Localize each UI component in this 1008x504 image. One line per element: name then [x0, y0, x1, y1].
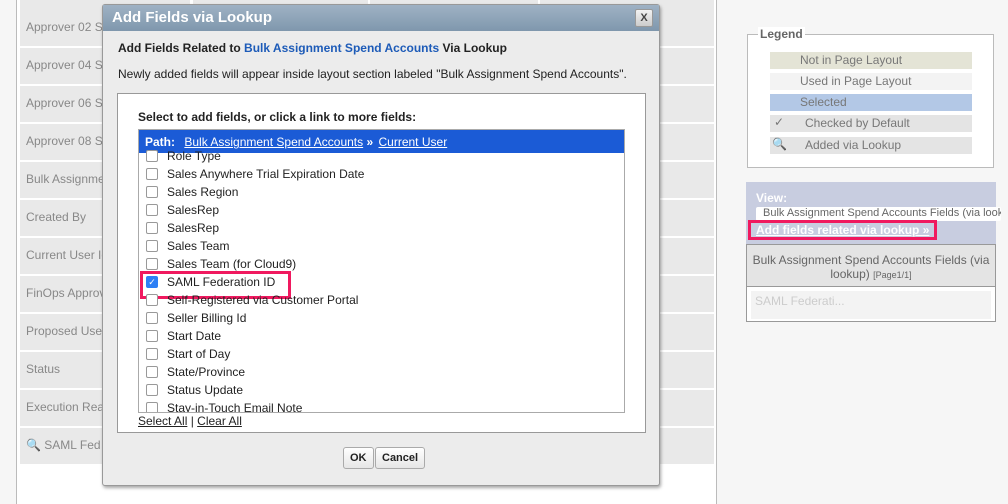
view-select[interactable]: Bulk Assignment Spend Accounts Fields (v…: [756, 207, 1001, 221]
dialog-title: Add Fields via Lookup: [112, 9, 273, 26]
field-checkbox[interactable]: [146, 366, 158, 378]
field-label: Self-Registered via Customer Portal: [167, 293, 359, 307]
field-option[interactable]: Status Update: [139, 381, 624, 399]
field-option[interactable]: Sales Team: [139, 237, 624, 255]
field-label: SalesRep: [167, 203, 220, 217]
ok-button[interactable]: OK: [343, 447, 374, 469]
field-list[interactable]: Path: Bulk Assignment Spend Accounts » C…: [138, 129, 625, 413]
field-checkbox[interactable]: [146, 150, 158, 162]
legend-item: ✓ Checked by Default: [770, 115, 972, 132]
palette-field-saml[interactable]: SAML Federati...: [751, 291, 991, 319]
field-label: Role Type: [167, 149, 221, 163]
magnifier-icon: 🔍: [772, 137, 787, 151]
background-field-label: Approver 08 S: [20, 124, 110, 160]
field-label: Stay-in-Touch Email Note: [167, 401, 303, 413]
select-prompt: Select to add fields, or click a link to…: [138, 110, 417, 124]
field-option[interactable]: Start Date: [139, 327, 624, 345]
background-field-label: Approver 04 S: [20, 48, 110, 84]
background-field-label: Approver 02 S: [20, 10, 110, 46]
field-selector-panel: Select to add fields, or click a link to…: [117, 93, 646, 433]
add-fields-lookup-dialog: Add Fields via Lookup X Add Fields Relat…: [102, 4, 660, 486]
palette-page: [Page1/1]: [873, 270, 912, 280]
field-checkbox[interactable]: [146, 402, 158, 412]
field-option[interactable]: State/Province: [139, 363, 624, 381]
field-checkbox[interactable]: ✓: [146, 276, 158, 288]
background-field-label: 🔍 SAML Fed: [20, 428, 110, 464]
field-checkbox[interactable]: [146, 384, 158, 396]
clear-all-link[interactable]: Clear All: [197, 414, 242, 428]
background-field-label: Approver 06 S: [20, 86, 110, 122]
view-label: View:: [756, 191, 788, 205]
legend-item: Selected: [770, 94, 972, 111]
background-field-label: Status: [20, 352, 110, 388]
field-checkbox[interactable]: [146, 204, 158, 216]
add-fields-lookup-link[interactable]: Add fields related via lookup »: [748, 220, 938, 240]
field-option[interactable]: Stay-in-Touch Email Note: [139, 399, 624, 413]
field-checkbox[interactable]: [146, 168, 158, 180]
palette-view: View: Bulk Assignment Spend Accounts Fie…: [746, 182, 1001, 244]
selection-links: Select All | Clear All: [138, 414, 242, 428]
field-checkbox[interactable]: [146, 222, 158, 234]
field-label: Status Update: [167, 383, 244, 397]
field-label: Start Date: [167, 329, 222, 343]
field-label: Start of Day: [167, 347, 231, 361]
field-option[interactable]: ✓ SAML Federation ID: [139, 271, 624, 299]
field-label: Sales Team: [167, 239, 230, 253]
field-label: Seller Billing Id: [167, 311, 247, 325]
field-checkbox[interactable]: [146, 330, 158, 342]
background-field-label: FinOps Approv: [20, 276, 110, 312]
field-checkbox[interactable]: [146, 240, 158, 252]
background-field-label: Execution Rea: [20, 390, 110, 426]
field-option[interactable]: SalesRep: [139, 219, 624, 237]
select-all-link[interactable]: Select All: [138, 414, 187, 428]
field-option[interactable]: Seller Billing Id: [139, 309, 624, 327]
legend-item: Not in Page Layout: [770, 52, 972, 69]
field-label: Sales Anywhere Trial Expiration Date: [167, 167, 365, 181]
field-checkbox[interactable]: [146, 258, 158, 270]
field-option[interactable]: Sales Anywhere Trial Expiration Date: [139, 165, 624, 183]
legend-item: 🔍 Added via Lookup: [770, 137, 972, 154]
palette-fields: Bulk Assignment Spend Accounts Fields (v…: [746, 244, 996, 322]
legend-item: Used in Page Layout: [770, 73, 972, 90]
cancel-button[interactable]: Cancel: [375, 447, 426, 469]
field-checkbox[interactable]: [146, 312, 158, 324]
field-label: SalesRep: [167, 221, 220, 235]
background-field-label: Bulk Assignme: [20, 162, 110, 198]
dialog-note: Newly added fields will appear inside la…: [118, 67, 627, 81]
field-checkbox[interactable]: [146, 348, 158, 360]
magnifier-icon: 🔍: [26, 438, 41, 452]
field-label: Sales Region: [167, 185, 239, 199]
field-label: Sales Team (for Cloud9): [167, 257, 297, 271]
field-option[interactable]: Sales Region: [139, 183, 624, 201]
palette-header: Bulk Assignment Spend Accounts Fields (v…: [747, 245, 995, 287]
field-option[interactable]: SalesRep: [139, 201, 624, 219]
field-checkbox[interactable]: [146, 186, 158, 198]
checkmark-icon: ✓: [774, 115, 785, 129]
close-icon[interactable]: X: [635, 9, 653, 27]
field-option[interactable]: Self-Registered via Customer Portal: [139, 291, 624, 309]
background-field-label: Created By: [20, 200, 110, 236]
object-name: Bulk Assignment Spend Accounts: [244, 41, 440, 55]
legend: Legend Not in Page Layout Used in Page La…: [747, 27, 994, 168]
field-checkbox[interactable]: [146, 294, 158, 306]
background-field-label: Proposed User: [20, 314, 110, 350]
dialog-title-bar: Add Fields via Lookup X: [103, 5, 659, 31]
background-field-label: Current User Id: [20, 238, 110, 274]
field-label: State/Province: [167, 365, 246, 379]
legend-title: Legend: [758, 27, 805, 41]
field-option[interactable]: Start of Day: [139, 345, 624, 363]
field-option[interactable]: Role Type: [139, 147, 624, 165]
dialog-header: Add Fields Related to Bulk Assignment Sp…: [118, 41, 507, 55]
field-label: SAML Federation ID: [167, 275, 276, 289]
